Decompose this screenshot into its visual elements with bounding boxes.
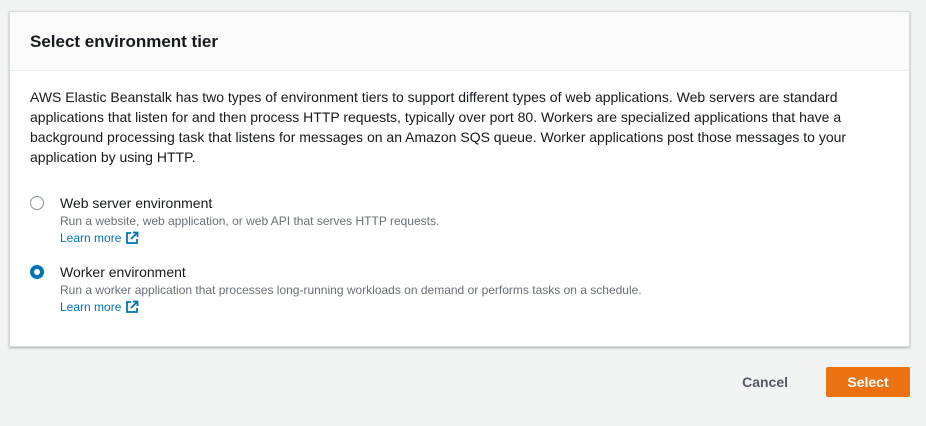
tier-description: AWS Elastic Beanstalk has two types of e… — [30, 89, 847, 165]
web-server-learn-more-link[interactable]: Learn more — [60, 230, 139, 246]
option-web-server[interactable]: Web server environment Run a website, we… — [30, 193, 889, 247]
panel-title: Select environment tier — [30, 32, 219, 51]
cancel-button[interactable]: Cancel — [722, 368, 808, 396]
option-text: Worker environment Run a worker applicat… — [60, 262, 642, 316]
worker-learn-more-link[interactable]: Learn more — [60, 299, 139, 315]
external-link-icon — [126, 300, 139, 313]
action-footer: Cancel Select — [722, 367, 910, 397]
worker-description: Run a worker application that processes … — [60, 283, 642, 297]
environment-tier-panel: Select environment tier AWS Elastic Bean… — [9, 11, 910, 347]
worker-label[interactable]: Worker environment — [60, 262, 642, 282]
select-button[interactable]: Select — [826, 367, 910, 397]
panel-header: Select environment tier — [10, 12, 909, 71]
worker-radio[interactable] — [30, 265, 44, 279]
option-worker[interactable]: Worker environment Run a worker applicat… — [30, 262, 889, 316]
tier-options: Web server environment Run a website, we… — [30, 193, 889, 316]
web-server-label[interactable]: Web server environment — [60, 193, 439, 213]
option-text: Web server environment Run a website, we… — [60, 193, 439, 247]
learn-more-text: Learn more — [60, 231, 122, 245]
web-server-description: Run a website, web application, or web A… — [60, 214, 440, 228]
external-link-icon — [126, 231, 139, 244]
learn-more-text: Learn more — [60, 300, 122, 314]
panel-body: AWS Elastic Beanstalk has two types of e… — [10, 71, 909, 316]
web-server-radio[interactable] — [30, 196, 44, 210]
